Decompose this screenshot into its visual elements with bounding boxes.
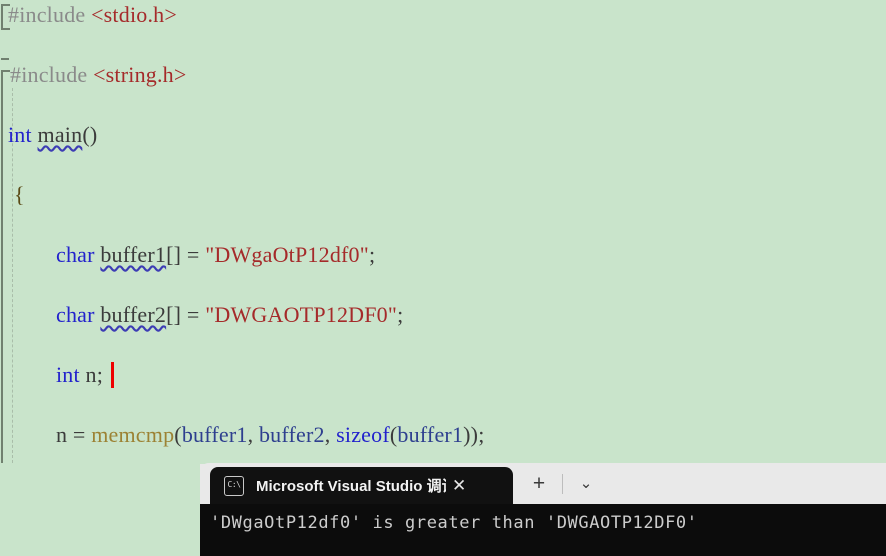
code-line-2[interactable]: #include <string.h> — [0, 60, 886, 90]
array-brackets: [] — [166, 242, 182, 267]
preprocessor-directive: #include — [8, 2, 86, 27]
function-memcmp: memcmp — [91, 422, 175, 447]
terminal-tab-active[interactable]: C:\ Microsoft Visual Studio 调试控 ✕ — [210, 467, 513, 504]
terminal-window[interactable]: C:\ Microsoft Visual Studio 调试控 ✕ + ⌄ 'D… — [200, 463, 886, 556]
type-keyword: int — [56, 362, 80, 387]
assign-operator: = — [186, 302, 200, 327]
type-keyword: int — [8, 122, 32, 147]
assign-operator: = — [72, 422, 86, 447]
function-name-main: main — [37, 122, 83, 147]
preprocessor-directive: #include — [10, 62, 88, 87]
code-editor[interactable]: #include <stdio.h> #include <string.h> i… — [0, 0, 886, 464]
array-brackets: [] — [166, 302, 182, 327]
variable-n: n — [85, 362, 97, 387]
type-keyword: char — [56, 302, 95, 327]
terminal-tab-title: Microsoft Visual Studio 调试控 — [256, 478, 446, 495]
semicolon: ; — [368, 242, 376, 267]
toolbar-divider — [562, 474, 563, 494]
semicolon: ; — [96, 362, 104, 387]
variable-buffer1: buffer1 — [100, 242, 167, 267]
code-line-1[interactable]: #include <stdio.h> — [0, 0, 886, 30]
code-line-4[interactable]: { — [0, 180, 886, 210]
parens: () — [82, 122, 98, 147]
screen: #include <stdio.h> #include <string.h> i… — [0, 0, 886, 556]
new-tab-button[interactable]: + — [527, 473, 551, 495]
code-line-5[interactable]: char buffer1[] = "DWgaOtP12df0"; — [0, 240, 886, 270]
terminal-output-line: 'DWgaOtP12df0' is greater than 'DWGAOTP1… — [210, 513, 698, 533]
terminal-title-bar[interactable]: C:\ Microsoft Visual Studio 调试控 ✕ + ⌄ — [200, 463, 886, 504]
console-icon: C:\ — [224, 475, 244, 496]
code-line-6[interactable]: char buffer2[] = "DWGAOTP12DF0"; — [0, 300, 886, 330]
include-header: <string.h> — [93, 62, 187, 87]
code-line-3[interactable]: int main() — [0, 120, 886, 150]
text-caret — [111, 362, 114, 388]
operator-sizeof: sizeof — [336, 422, 390, 447]
open-brace: { — [14, 182, 25, 207]
assign-operator: = — [186, 242, 200, 267]
arg-buffer1: buffer1 — [397, 422, 464, 447]
arg-buffer1: buffer1 — [181, 422, 248, 447]
include-header: <stdio.h> — [91, 2, 177, 27]
arg-buffer2: buffer2 — [258, 422, 325, 447]
code-line-7[interactable]: int n; — [0, 360, 886, 390]
semicolon: ; — [397, 302, 404, 327]
string-literal: "DWGAOTP12DF0" — [205, 302, 398, 327]
editor-lower-area — [0, 463, 200, 556]
code-line-8[interactable]: n = memcmp(buffer1, buffer2, sizeof(buff… — [0, 420, 886, 450]
string-literal: "DWgaOtP12df0" — [205, 242, 369, 267]
type-keyword: char — [56, 242, 95, 267]
variable-buffer2: buffer2 — [100, 302, 167, 327]
chevron-down-icon[interactable]: ⌄ — [574, 475, 598, 493]
variable-n: n — [56, 422, 68, 447]
terminal-output-area[interactable]: 'DWgaOtP12df0' is greater than 'DWGAOTP1… — [200, 504, 886, 556]
close-icon[interactable]: ✕ — [452, 477, 466, 494]
